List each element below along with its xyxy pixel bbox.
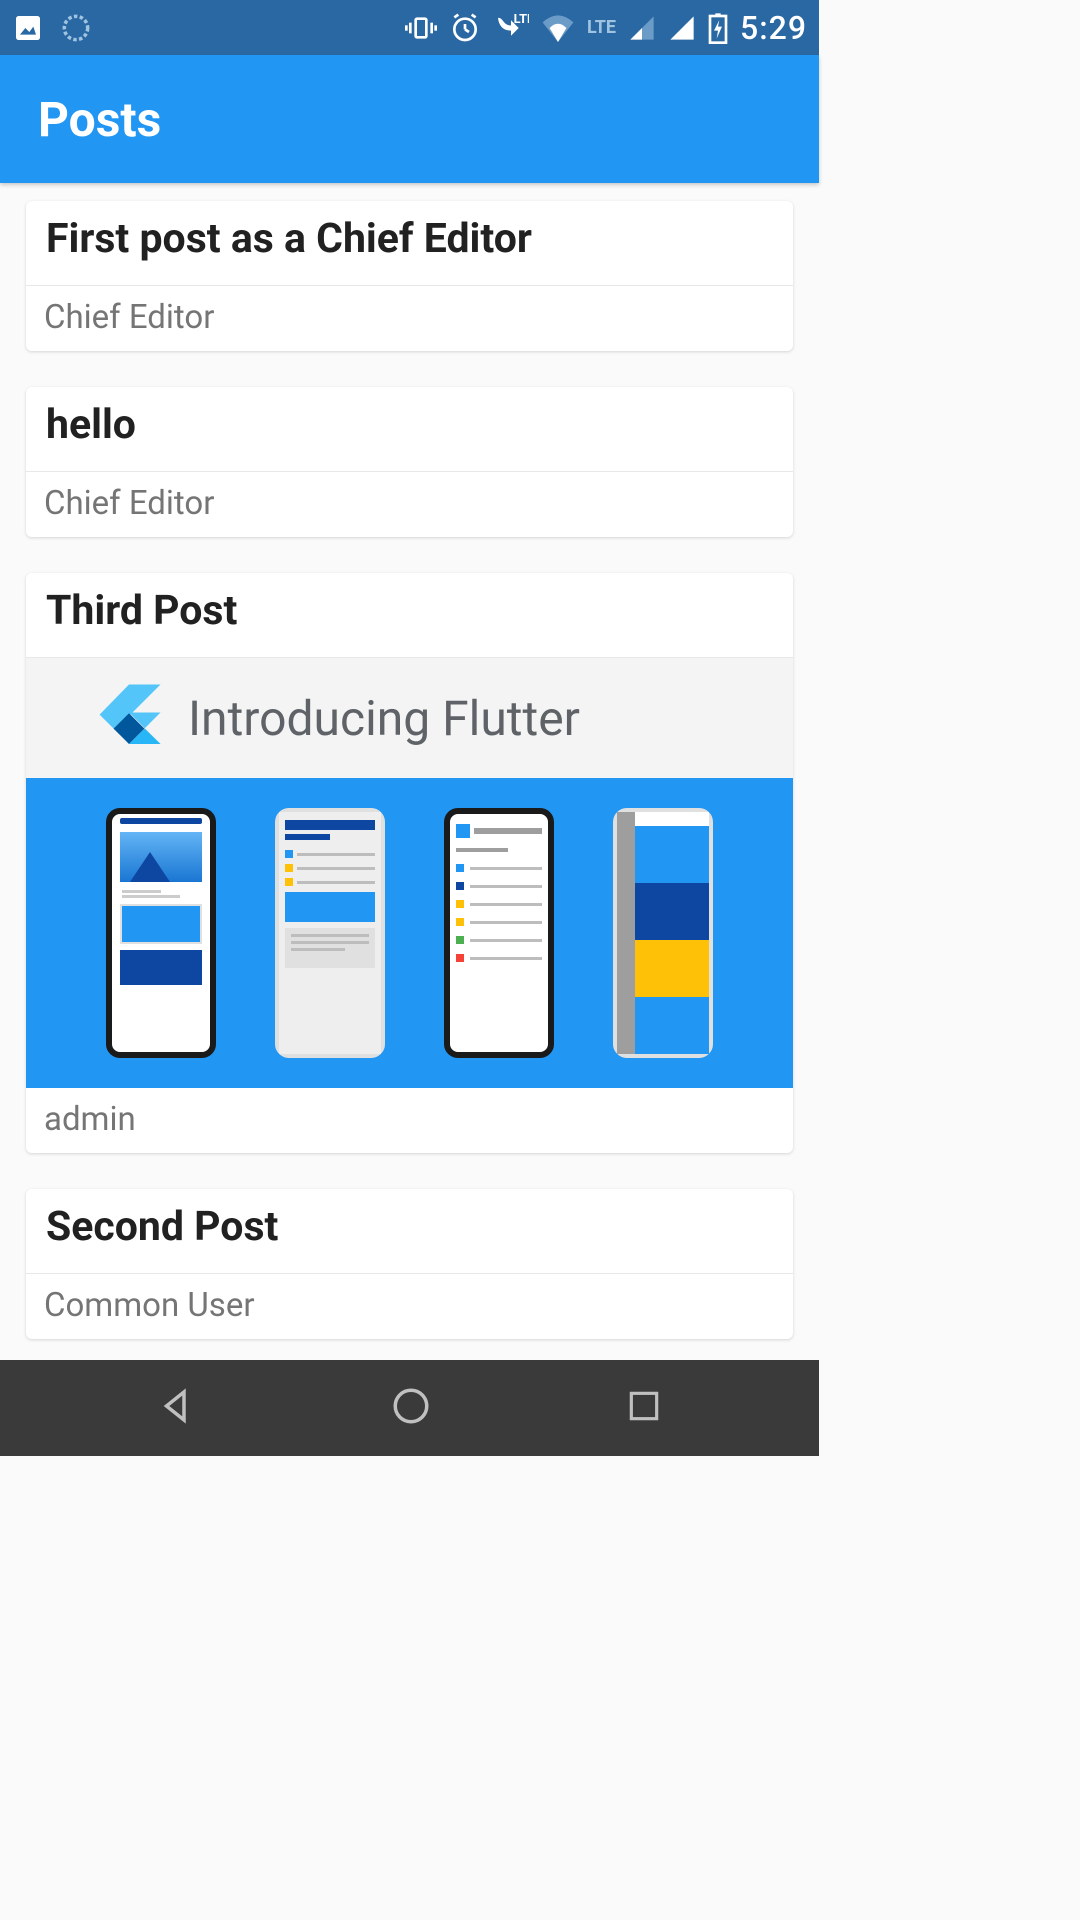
loading-icon xyxy=(62,14,90,42)
post-author: Common User xyxy=(26,1274,793,1339)
post-card[interactable]: First post as a Chief Editor Chief Edito… xyxy=(26,201,793,351)
back-icon[interactable] xyxy=(156,1385,198,1431)
post-card[interactable]: hello Chief Editor xyxy=(26,387,793,537)
post-author: Chief Editor xyxy=(26,472,793,537)
svg-text:LTE: LTE xyxy=(514,12,529,27)
navigation-bar xyxy=(0,1360,819,1456)
post-image-text: Introducing Flutter xyxy=(188,690,580,747)
post-title: Third Post xyxy=(26,573,793,658)
battery-icon xyxy=(708,12,728,44)
vibrate-icon xyxy=(405,12,437,44)
status-bar: LTE LTE 5:29 xyxy=(0,0,819,55)
signal-icon-2 xyxy=(668,14,696,42)
post-card[interactable]: Third Post Introducing Flutter xyxy=(26,573,793,1153)
signal-icon-1 xyxy=(628,14,656,42)
page-title: Posts xyxy=(38,91,161,148)
lte-text-icon: LTE xyxy=(587,17,616,38)
phone-lte-icon: LTE xyxy=(493,12,529,44)
post-image: Introducing Flutter xyxy=(26,658,793,1088)
recent-apps-icon[interactable] xyxy=(625,1387,663,1429)
post-card[interactable]: Second Post Common User xyxy=(26,1189,793,1339)
status-right: LTE LTE 5:29 xyxy=(405,9,807,47)
status-left xyxy=(12,12,90,44)
post-title: First post as a Chief Editor xyxy=(26,201,793,286)
gallery-icon xyxy=(12,12,44,44)
alarm-icon xyxy=(449,12,481,44)
flutter-logo-icon xyxy=(94,681,164,755)
status-time: 5:29 xyxy=(740,9,807,47)
flutter-phones-illustration xyxy=(26,778,793,1088)
post-author: admin xyxy=(26,1088,793,1153)
wifi-icon xyxy=(541,14,575,42)
post-title: Second Post xyxy=(26,1189,793,1274)
app-bar: Posts xyxy=(0,55,819,183)
post-author: Chief Editor xyxy=(26,286,793,351)
posts-list[interactable]: First post as a Chief Editor Chief Edito… xyxy=(0,183,819,1360)
home-icon[interactable] xyxy=(390,1385,432,1431)
post-title: hello xyxy=(26,387,793,472)
